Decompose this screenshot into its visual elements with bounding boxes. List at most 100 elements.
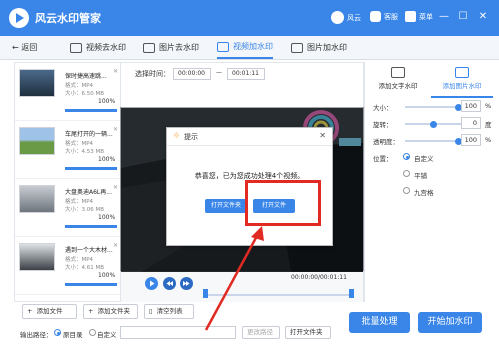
minimize-button[interactable]: — bbox=[438, 11, 450, 23]
button-label: 添加文件 bbox=[36, 307, 63, 315]
end-time-input[interactable]: 00:01:11 bbox=[227, 68, 265, 80]
clear-list-button[interactable]: ▯ 清空列表 bbox=[144, 304, 194, 319]
tab-label: 添加图片水印 bbox=[442, 82, 482, 90]
position-tile-label: 平铺 bbox=[414, 172, 427, 180]
tab-label: 视频去水印 bbox=[86, 43, 126, 52]
remove-file-icon[interactable]: ✕ bbox=[113, 184, 118, 191]
progress-bar bbox=[65, 167, 117, 170]
opacity-unit: % bbox=[485, 136, 492, 144]
video-thumbnail bbox=[19, 185, 55, 213]
fengyun-icon bbox=[331, 11, 344, 24]
video-icon bbox=[70, 42, 82, 53]
dialog-title: 提示 bbox=[184, 133, 198, 141]
arrow-left-icon: ← bbox=[12, 43, 19, 52]
start-watermark-button[interactable]: 开始加水印 bbox=[418, 312, 482, 333]
button-label: 清空列表 bbox=[156, 307, 183, 315]
output-source-label: 原目录 bbox=[63, 331, 83, 339]
open-folder-button[interactable]: 打开文件夹 bbox=[285, 326, 331, 339]
button-label: 添加文件夹 bbox=[97, 307, 130, 315]
opacity-slider[interactable] bbox=[405, 137, 462, 145]
progress-bar bbox=[65, 283, 117, 286]
file-name: 车尾打开的一辆... bbox=[65, 131, 113, 138]
size-input[interactable]: 100 bbox=[461, 100, 481, 112]
rotate-input[interactable]: 0 bbox=[461, 117, 481, 129]
list-item[interactable]: 车尾打开的一辆... 格式：MP4 大小：4.53 MB 100% ✕ bbox=[15, 121, 121, 179]
back-label: 返回 bbox=[21, 43, 38, 52]
headset-icon bbox=[370, 11, 381, 22]
video-thumbnail bbox=[19, 127, 55, 155]
timeline-end-handle[interactable] bbox=[349, 289, 354, 298]
time-dash: — bbox=[216, 69, 222, 76]
file-size: 大小：4.53 MB bbox=[65, 149, 105, 155]
file-name: 大盘奥迪A6L再... bbox=[65, 189, 112, 196]
remove-file-icon[interactable]: ✕ bbox=[113, 126, 118, 133]
tab-add-image-watermark[interactable]: 添加图片水印 bbox=[431, 64, 493, 98]
tab-image-add-watermark[interactable]: 图片加水印 bbox=[291, 36, 347, 59]
progress-text: 100% bbox=[98, 98, 116, 105]
tab-label: 图片去水印 bbox=[159, 43, 199, 52]
batch-process-button[interactable]: 批量处理 bbox=[349, 312, 410, 333]
tab-video-add-watermark[interactable]: 视频加水印 bbox=[217, 36, 273, 59]
size-unit: % bbox=[485, 102, 492, 110]
dialog-open-folder-button[interactable]: 打开文件夹 bbox=[205, 199, 247, 213]
opacity-input[interactable]: 100 bbox=[461, 134, 481, 146]
position-label: 位置： bbox=[373, 155, 393, 163]
file-format: 格式：MP4 bbox=[65, 257, 94, 263]
menu-link[interactable]: 菜单 bbox=[405, 11, 433, 22]
output-custom-radio[interactable] bbox=[89, 329, 96, 336]
tab-image-remove-watermark[interactable]: 图片去水印 bbox=[143, 36, 199, 59]
add-file-button[interactable]: + 添加文件 bbox=[22, 304, 77, 319]
text-watermark-icon bbox=[391, 67, 405, 78]
menu-icon bbox=[405, 11, 416, 22]
position-custom-label: 自定义 bbox=[414, 155, 434, 163]
progress-bar bbox=[65, 109, 117, 112]
fengyun-link[interactable]: 风云 bbox=[331, 11, 361, 24]
rewind-icon bbox=[166, 281, 173, 286]
file-format: 格式：MP4 bbox=[65, 83, 94, 89]
position-grid-radio[interactable] bbox=[403, 187, 410, 194]
tab-add-text-watermark[interactable]: 添加文字水印 bbox=[367, 64, 429, 98]
back-button[interactable]: ← 返回 bbox=[12, 42, 37, 53]
dialog-close-icon[interactable]: ✕ bbox=[319, 131, 326, 140]
output-source-radio[interactable] bbox=[54, 329, 61, 336]
size-label: 大小： bbox=[373, 104, 393, 112]
dialog-header: ☼ 提示 ✕ bbox=[167, 128, 332, 146]
tab-video-remove-watermark[interactable]: 视频去水印 bbox=[70, 36, 126, 59]
video-icon bbox=[217, 41, 229, 52]
rotate-slider-knob[interactable] bbox=[430, 120, 437, 128]
list-item[interactable]: 遇到一个大木材... 格式：MP4 大小：4.61 MB 100% ✕ bbox=[15, 237, 121, 295]
plus-icon: + bbox=[27, 307, 33, 315]
rewind-button[interactable] bbox=[163, 277, 176, 290]
highlight-box bbox=[245, 180, 321, 226]
size-slider[interactable] bbox=[405, 103, 462, 111]
watermark-settings-panel: 添加文字水印 添加图片水印 大小： 100 % 旋转： 0 度 透明度： 100… bbox=[364, 62, 499, 302]
file-format: 格式：MP4 bbox=[65, 141, 94, 147]
support-link[interactable]: 客服 bbox=[370, 11, 398, 22]
close-window-button[interactable]: ✕ bbox=[477, 11, 489, 23]
position-grid-label: 九宫格 bbox=[414, 189, 434, 197]
file-format: 格式：MP4 bbox=[65, 199, 94, 205]
maximize-button[interactable]: ☐ bbox=[457, 11, 469, 23]
remove-file-icon[interactable]: ✕ bbox=[113, 242, 118, 249]
tab-label: 视频加水印 bbox=[233, 42, 273, 51]
playback-time: 00:00:00/00:01:11 bbox=[291, 274, 347, 281]
forward-icon bbox=[183, 281, 190, 286]
position-tile-radio[interactable] bbox=[403, 170, 410, 177]
forward-button[interactable] bbox=[180, 277, 193, 290]
list-item[interactable]: 大盘奥迪A6L再... 格式：MP4 大小：3.06 MB 100% ✕ bbox=[15, 179, 121, 237]
remove-file-icon[interactable]: ✕ bbox=[113, 68, 118, 75]
menu-label: 菜单 bbox=[419, 12, 433, 21]
plus-icon: + bbox=[88, 307, 94, 315]
add-folder-button[interactable]: + 添加文件夹 bbox=[83, 304, 138, 319]
app-logo-icon bbox=[9, 8, 29, 28]
play-button[interactable] bbox=[145, 277, 158, 290]
file-size: 大小：3.06 MB bbox=[65, 207, 105, 213]
start-time-input[interactable]: 00:00:00 bbox=[173, 68, 211, 80]
rotate-unit: 度 bbox=[485, 121, 492, 129]
tab-label: 图片加水印 bbox=[307, 43, 347, 52]
output-path-label: 输出路径： bbox=[20, 331, 53, 339]
list-item[interactable]: 保时捷高速跳... 格式：MP4 大小：6.50 MB 100% ✕ bbox=[15, 63, 121, 121]
rotate-slider[interactable] bbox=[405, 120, 461, 128]
progress-text: 100% bbox=[98, 272, 116, 279]
position-custom-radio[interactable] bbox=[403, 153, 410, 160]
